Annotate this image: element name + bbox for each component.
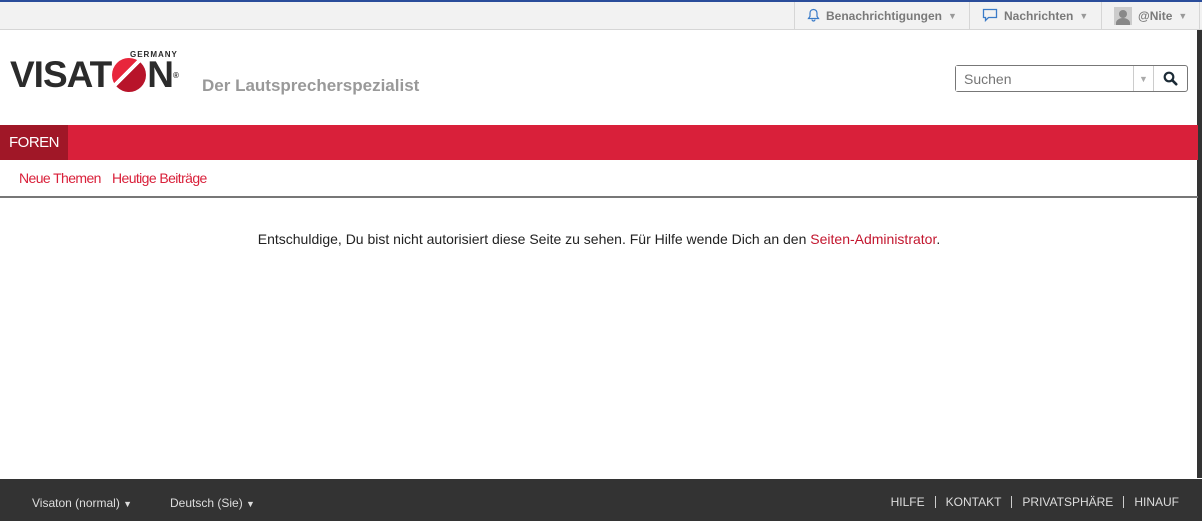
user-menu[interactable]: @Nite ▼ [1101,2,1201,30]
tagline: Der Lautsprecherspezialist [202,76,420,95]
message-end: . [936,231,941,247]
username-label: @Nite [1138,9,1173,23]
chevron-down-icon: ▼ [1178,11,1188,21]
top-bar: Benachrichtigungen ▼ Nachrichten ▼ @Nite… [0,0,1202,30]
error-message: Entschuldige, Du bist nicht autorisiert … [0,231,1198,247]
search-options-dropdown[interactable]: ▼ [1133,66,1153,91]
search-box: ▼ [955,65,1188,92]
footer: Visaton (normal) ▼ Deutsch (Sie) ▼ HILFE… [0,479,1202,521]
chevron-down-icon: ▼ [948,11,957,21]
bell-icon [807,8,820,25]
search-input[interactable] [956,66,1133,91]
notifications-label: Benachrichtigungen [826,9,943,23]
back-to-top-link[interactable]: HINAUF [1123,496,1179,508]
main-nav: FOREN [0,125,1198,160]
avatar [1114,7,1132,25]
search-button[interactable] [1153,66,1187,91]
sub-nav: Neue Themen Heutige Beiträge [0,160,1198,198]
message-text: Entschuldige, Du bist nicht autorisiert … [257,231,811,247]
notifications-menu[interactable]: Benachrichtigungen ▼ [794,2,969,30]
heutige-beitraege-link[interactable]: Heutige Beiträge [112,170,207,186]
logo-disc-icon [112,58,147,92]
site-admin-link[interactable]: Seiten-Administrator [810,231,936,247]
chat-bubble-icon [982,8,998,25]
chevron-down-icon: ▼ [246,499,255,509]
style-selector[interactable]: Visaton (normal) ▼ [32,496,132,510]
scrollbar[interactable] [1197,30,1202,478]
language-selector[interactable]: Deutsch (Sie) ▼ [170,496,255,510]
search-icon [1163,71,1178,86]
messages-label: Nachrichten [1004,9,1074,23]
contact-link[interactable]: KONTAKT [934,496,1012,508]
language-label: Deutsch (Sie) [170,496,243,510]
neue-themen-link[interactable]: Neue Themen [19,170,101,186]
privacy-link[interactable]: PRIVATSPHÄRE [1011,496,1123,508]
footer-links: HILFE KONTAKT PRIVATSPHÄRE HINAUF [881,496,1179,508]
tab-foren[interactable]: FOREN [0,125,68,160]
logo-subtitle: GERMANY [130,50,178,59]
help-link[interactable]: HILFE [881,496,935,508]
chevron-down-icon: ▼ [123,499,133,509]
style-label: Visaton (normal) [32,496,120,510]
visaton-logo[interactable]: GERMANY VISAT N ® [10,48,179,96]
messages-menu[interactable]: Nachrichten ▼ [969,2,1100,30]
chevron-down-icon: ▼ [1079,11,1089,21]
